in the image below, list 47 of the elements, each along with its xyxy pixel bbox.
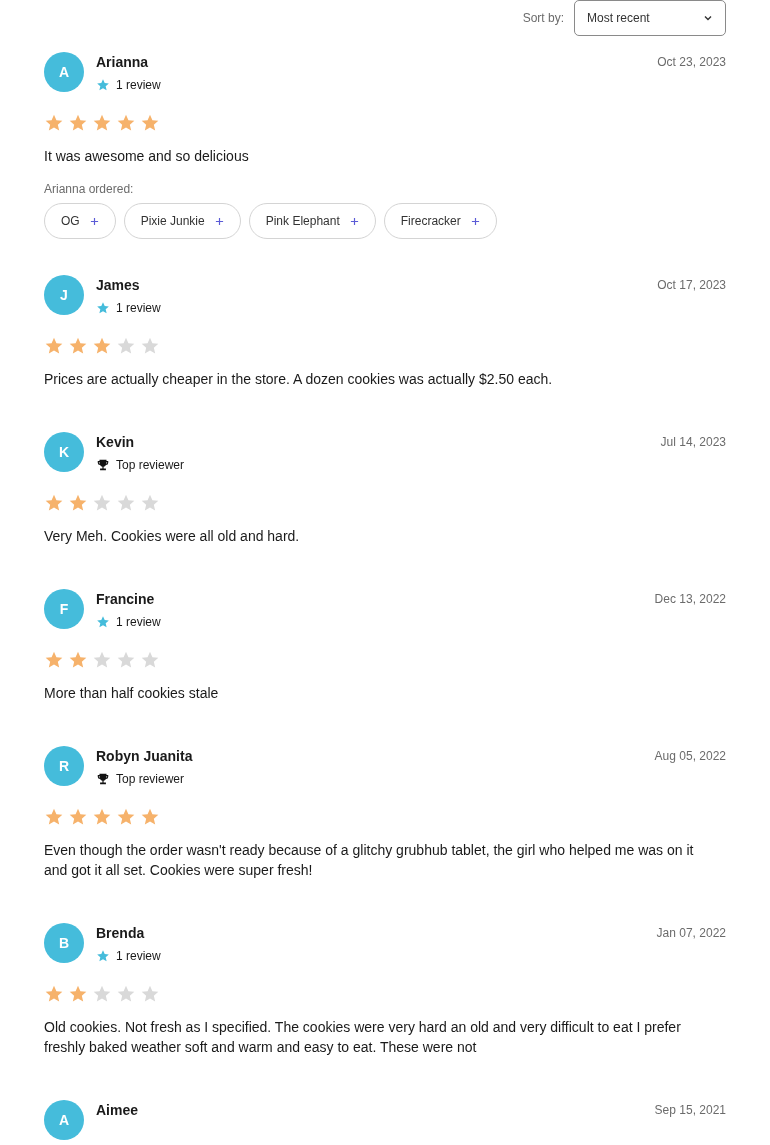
reviewer-name: Kevin (96, 433, 136, 451)
badge-text: 1 review (116, 614, 161, 631)
sort-label: Sort by: (522, 10, 564, 27)
plus-icon (214, 216, 224, 226)
reviewer-name: Arianna (96, 53, 150, 71)
review-date: Sep 15, 2021 (654, 1102, 726, 1119)
review-text: Old cookies. Not fresh as I specified. The cookies were very hard an old and very difficult to eat I prefer freshly baked weather soft and warm and easy to eat. These were not (44, 1018, 682, 1057)
reviewer-name: James (96, 276, 141, 294)
trophy-icon (96, 772, 110, 786)
review-date: Oct 23, 2023 (657, 54, 726, 71)
review-text: More than half cookies stale (44, 684, 220, 703)
plus-icon (470, 216, 480, 226)
star-icon (96, 78, 110, 92)
review-date: Aug 05, 2022 (654, 748, 726, 765)
trophy-icon (96, 458, 110, 472)
badge-text: 1 review (116, 948, 161, 965)
star-icon (96, 615, 110, 629)
review-text: Even though the order wasn't ready because of a glitchy grubhub tablet, the girl who helped me was on it and got it all set. Cookies were super fresh! (44, 841, 695, 880)
avatar: K (44, 432, 84, 472)
reviewer-name: Robyn Juanita (96, 747, 194, 765)
avatar: F (44, 589, 84, 629)
avatar: B (44, 923, 84, 963)
avatar: A (44, 52, 84, 92)
badge-text: 1 review (116, 300, 161, 317)
reviewer-name: Aimee (96, 1101, 140, 1119)
review-text: Prices are actually cheaper in the store. A dozen cookies was actually $2.50 each. (44, 370, 554, 389)
review-text: Very Meh. Cookies were all old and hard. (44, 527, 301, 546)
plus-icon (349, 216, 359, 226)
avatar: R (44, 746, 84, 786)
chevron-down-icon (703, 13, 713, 23)
star-icon (96, 301, 110, 315)
avatar: J (44, 275, 84, 315)
ordered-label: Arianna ordered: (44, 181, 135, 197)
review-date: Jul 14, 2023 (660, 434, 726, 451)
star-icon (96, 949, 110, 963)
review-text: It was awesome and so delicious (44, 147, 250, 166)
plus-icon (89, 216, 99, 226)
avatar: A (44, 1100, 84, 1140)
review-date: Oct 17, 2023 (657, 277, 726, 294)
reviewer-name: Brenda (96, 924, 146, 942)
review-date: Jan 07, 2022 (656, 925, 726, 942)
sort-dropdown[interactable]: Most recent (574, 0, 726, 36)
review-date: Dec 13, 2022 (654, 591, 726, 608)
badge-text: Top reviewer (116, 771, 185, 788)
reviewer-name: Francine (96, 590, 156, 608)
badge-text: Top reviewer (116, 457, 185, 474)
badge-text: 1 review (116, 77, 161, 94)
